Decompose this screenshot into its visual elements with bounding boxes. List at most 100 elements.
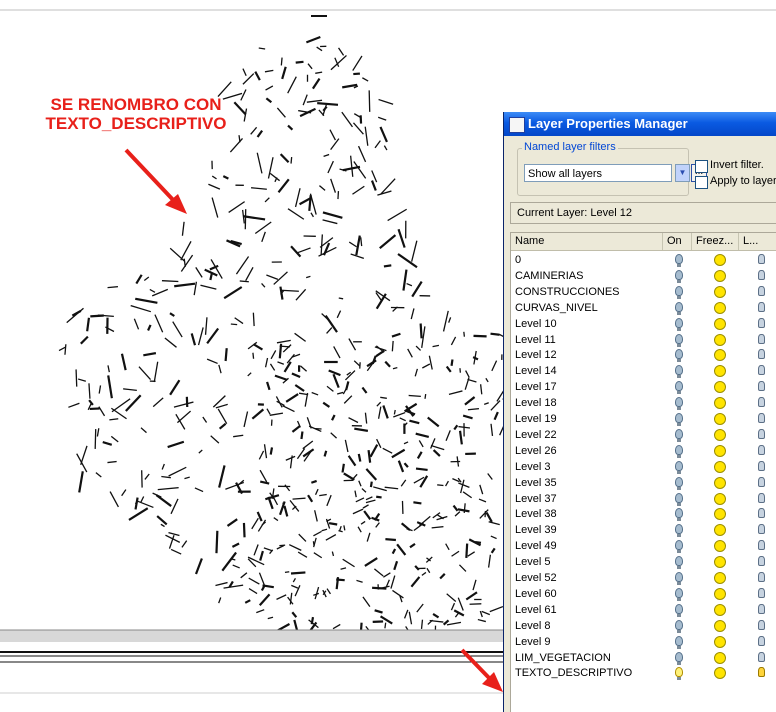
lightbulb-icon[interactable] [675, 365, 683, 375]
apply-to-layers-checkbox[interactable] [695, 176, 708, 189]
sun-icon[interactable] [714, 254, 726, 266]
lock-icon[interactable] [758, 302, 765, 312]
lock-icon[interactable] [758, 397, 765, 407]
lock-icon[interactable] [758, 667, 765, 677]
window-titlebar[interactable]: Layer Properties Manager [504, 112, 776, 136]
layer-row[interactable]: Level 8 [511, 618, 776, 634]
sun-icon[interactable] [714, 461, 726, 473]
lock-icon[interactable] [758, 286, 765, 296]
lightbulb-icon[interactable] [675, 477, 683, 487]
column-header-freeze[interactable]: Freez... [692, 233, 739, 250]
lightbulb-icon[interactable] [675, 397, 683, 407]
layer-row[interactable]: Level 3 [511, 459, 776, 475]
lightbulb-icon[interactable] [675, 286, 683, 296]
sun-icon[interactable] [714, 381, 726, 393]
lock-icon[interactable] [758, 381, 765, 391]
sun-icon[interactable] [714, 429, 726, 441]
sun-icon[interactable] [714, 397, 726, 409]
lightbulb-icon[interactable] [675, 461, 683, 471]
lightbulb-icon[interactable] [675, 636, 683, 646]
lock-icon[interactable] [758, 652, 765, 662]
layer-row[interactable]: Level 12 [511, 347, 776, 363]
layer-row[interactable]: Level 9 [511, 634, 776, 650]
lightbulb-icon[interactable] [675, 572, 683, 582]
layer-row[interactable]: Level 49 [511, 538, 776, 554]
sun-icon[interactable] [714, 318, 726, 330]
lock-icon[interactable] [758, 254, 765, 264]
sun-icon[interactable] [714, 652, 726, 664]
layer-row[interactable]: Level 11 [511, 332, 776, 348]
lightbulb-icon[interactable] [675, 302, 683, 312]
sun-icon[interactable] [714, 556, 726, 568]
lightbulb-icon[interactable] [675, 620, 683, 630]
column-header-on[interactable]: On [663, 233, 692, 250]
lightbulb-icon[interactable] [675, 413, 683, 423]
layer-row[interactable]: Level 18 [511, 395, 776, 411]
sun-icon[interactable] [714, 572, 726, 584]
layer-row[interactable]: Level 19 [511, 411, 776, 427]
lock-icon[interactable] [758, 270, 765, 280]
chevron-down-icon[interactable]: ▼ [675, 164, 690, 182]
layer-list[interactable]: Name On Freez... L... 0CAMINERIASCONSTRU… [510, 232, 776, 712]
invert-filter-checkbox[interactable] [695, 160, 708, 173]
sun-icon[interactable] [714, 365, 726, 377]
lock-icon[interactable] [758, 365, 765, 375]
layer-row[interactable]: Level 60 [511, 586, 776, 602]
sun-icon[interactable] [714, 477, 726, 489]
lock-icon[interactable] [758, 556, 765, 566]
sun-icon[interactable] [714, 413, 726, 425]
lock-icon[interactable] [758, 334, 765, 344]
lightbulb-icon[interactable] [675, 318, 683, 328]
lock-icon[interactable] [758, 318, 765, 328]
layer-row[interactable]: Level 5 [511, 554, 776, 570]
lock-icon[interactable] [758, 636, 765, 646]
layer-row[interactable]: CURVAS_NIVEL [511, 300, 776, 316]
lightbulb-icon[interactable] [675, 493, 683, 503]
layer-properties-manager-window[interactable]: Layer Properties Manager Named layer fil… [503, 112, 776, 712]
layer-row[interactable]: 0 [511, 252, 776, 268]
layer-row[interactable]: TEXTO_DESCRIPTIVO [511, 665, 776, 681]
lock-icon[interactable] [758, 429, 765, 439]
sun-icon[interactable] [714, 620, 726, 632]
layer-row[interactable]: Level 37 [511, 491, 776, 507]
lock-icon[interactable] [758, 445, 765, 455]
sun-icon[interactable] [714, 636, 726, 648]
column-header-name[interactable]: Name [511, 233, 663, 250]
lightbulb-icon[interactable] [675, 334, 683, 344]
lightbulb-icon[interactable] [675, 508, 683, 518]
layer-row[interactable]: CONSTRUCCIONES [511, 284, 776, 300]
column-header-lock[interactable]: L... [739, 233, 776, 250]
sun-icon[interactable] [714, 667, 726, 679]
layer-row[interactable]: Level 10 [511, 316, 776, 332]
lock-icon[interactable] [758, 477, 765, 487]
layer-row[interactable]: Level 61 [511, 602, 776, 618]
layer-row[interactable]: Level 52 [511, 570, 776, 586]
lock-icon[interactable] [758, 493, 765, 503]
sun-icon[interactable] [714, 286, 726, 298]
sun-icon[interactable] [714, 493, 726, 505]
lock-icon[interactable] [758, 540, 765, 550]
layer-row[interactable]: Level 38 [511, 506, 776, 522]
lightbulb-icon[interactable] [675, 524, 683, 534]
lightbulb-icon[interactable] [675, 652, 683, 662]
lock-icon[interactable] [758, 620, 765, 630]
lock-icon[interactable] [758, 461, 765, 471]
sun-icon[interactable] [714, 508, 726, 520]
layer-row[interactable]: CAMINERIAS [511, 268, 776, 284]
lock-icon[interactable] [758, 413, 765, 423]
lock-icon[interactable] [758, 524, 765, 534]
lock-icon[interactable] [758, 508, 765, 518]
sun-icon[interactable] [714, 302, 726, 314]
lightbulb-icon[interactable] [675, 270, 683, 280]
layer-row[interactable]: Level 22 [511, 427, 776, 443]
layer-row[interactable]: Level 26 [511, 443, 776, 459]
lock-icon[interactable] [758, 349, 765, 359]
lightbulb-icon[interactable] [675, 588, 683, 598]
layer-row[interactable]: Level 14 [511, 363, 776, 379]
sun-icon[interactable] [714, 540, 726, 552]
lightbulb-icon[interactable] [675, 604, 683, 614]
lightbulb-icon[interactable] [675, 556, 683, 566]
lightbulb-icon[interactable] [675, 445, 683, 455]
layer-row[interactable]: Level 39 [511, 522, 776, 538]
lightbulb-icon[interactable] [675, 429, 683, 439]
